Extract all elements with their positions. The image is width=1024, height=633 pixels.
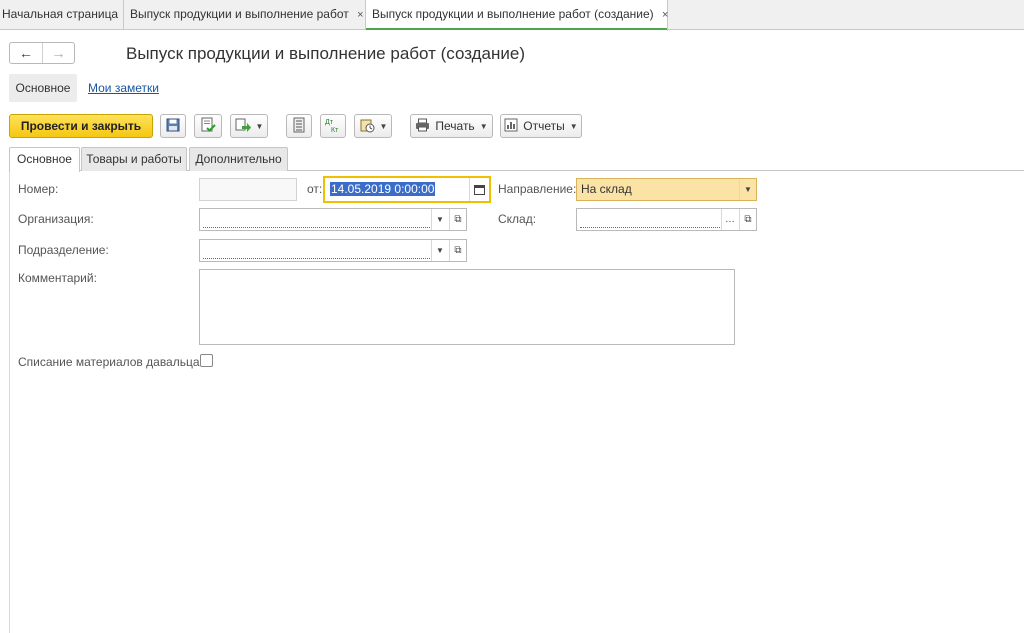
create-based-on-button[interactable]: ▼: [230, 114, 268, 138]
open-item-icon[interactable]: ⧉: [449, 240, 466, 261]
open-item-icon[interactable]: ⧉: [449, 209, 466, 230]
post-icon: [200, 117, 216, 136]
number-label: Номер:: [18, 182, 59, 196]
tab-home[interactable]: Начальная страница: [0, 0, 124, 30]
subnav-my-notes-link[interactable]: Мои заметки: [88, 81, 159, 95]
direction-label: Направление:: [498, 182, 577, 196]
reports-button[interactable]: Отчеты ▼: [500, 114, 582, 138]
tab-home-label: Начальная страница: [2, 7, 119, 21]
back-arrow-icon[interactable]: ←: [10, 43, 42, 63]
tab-main[interactable]: Основное: [9, 147, 80, 172]
history-navigation: ← →: [9, 42, 75, 64]
comment-label: Комментарий:: [18, 271, 97, 285]
attach-file-button[interactable]: ▼: [354, 114, 392, 138]
close-icon[interactable]: ×: [357, 9, 363, 21]
journal-entries-icon: Дт Кт: [324, 117, 342, 136]
forward-arrow-icon[interactable]: →: [42, 43, 74, 63]
dropdown-caret-icon: ▼: [479, 121, 488, 131]
date-field[interactable]: 14.05.2019 0:00:00: [323, 176, 491, 203]
tab-goods-and-works[interactable]: Товары и работы: [81, 147, 187, 171]
subnav-main[interactable]: Основное: [9, 74, 77, 102]
comment-textarea[interactable]: [199, 269, 735, 345]
attach-file-icon: [359, 117, 375, 136]
save-button[interactable]: [160, 114, 186, 138]
writeoff-label: Списание материалов давальца:: [18, 355, 203, 369]
post-button[interactable]: [194, 114, 222, 138]
tab-additional[interactable]: Дополнительно: [189, 147, 288, 171]
chevron-down-icon[interactable]: ▼: [431, 209, 448, 230]
date-prefix-label: от:: [307, 182, 323, 196]
document-list-icon: [292, 117, 306, 136]
close-icon[interactable]: ×: [662, 9, 668, 21]
create-based-icon: [235, 117, 251, 136]
journal-entries-button[interactable]: Дт Кт: [320, 114, 346, 138]
printer-icon: [415, 118, 430, 135]
print-button-label: Печать: [435, 119, 475, 133]
chevron-down-icon[interactable]: ▼: [739, 179, 756, 200]
open-item-icon[interactable]: ⧉: [739, 209, 756, 230]
svg-text:Дт: Дт: [325, 119, 334, 126]
panel-border: [9, 171, 10, 633]
select-ellipsis-icon[interactable]: …: [721, 209, 738, 230]
dropdown-caret-icon: ▼: [569, 121, 578, 131]
reports-icon: [504, 118, 518, 135]
document-list-button[interactable]: [286, 114, 312, 138]
dropdown-caret-icon: ▼: [255, 121, 264, 131]
direction-select[interactable]: На склад ▼: [576, 178, 757, 201]
app-tab-bar: Начальная страница Выпуск продукции и вы…: [0, 0, 1024, 31]
date-value: 14.05.2019 0:00:00: [330, 182, 436, 196]
writeoff-checkbox[interactable]: [200, 354, 213, 367]
department-field[interactable]: ▼ ⧉: [199, 239, 467, 262]
organization-field[interactable]: ▼ ⧉: [199, 208, 467, 231]
direction-value: На склад: [581, 182, 632, 196]
chevron-down-icon[interactable]: ▼: [431, 240, 448, 261]
tab-production-create-label: Выпуск продукции и выполнение работ (соз…: [372, 7, 654, 21]
dropdown-caret-icon: ▼: [379, 121, 388, 131]
page-title: Выпуск продукции и выполнение работ (соз…: [126, 44, 526, 63]
department-label: Подразделение:: [18, 243, 109, 257]
organization-label: Организация:: [18, 212, 94, 226]
svg-text:Кт: Кт: [331, 127, 339, 133]
tab-production-create[interactable]: Выпуск продукции и выполнение работ (соз…: [366, 0, 668, 31]
save-icon: [166, 118, 180, 135]
reports-button-label: Отчеты: [523, 119, 565, 133]
calendar-icon[interactable]: [469, 178, 489, 201]
tab-production-list-label: Выпуск продукции и выполнение работ: [130, 7, 349, 21]
warehouse-label: Склад:: [498, 212, 537, 226]
post-and-close-button[interactable]: Провести и закрыть: [9, 114, 153, 138]
print-button[interactable]: Печать ▼: [410, 114, 493, 138]
warehouse-field[interactable]: … ⧉: [576, 208, 757, 231]
tab-production-list[interactable]: Выпуск продукции и выполнение работ ×: [124, 0, 366, 30]
number-input[interactable]: [199, 178, 297, 201]
